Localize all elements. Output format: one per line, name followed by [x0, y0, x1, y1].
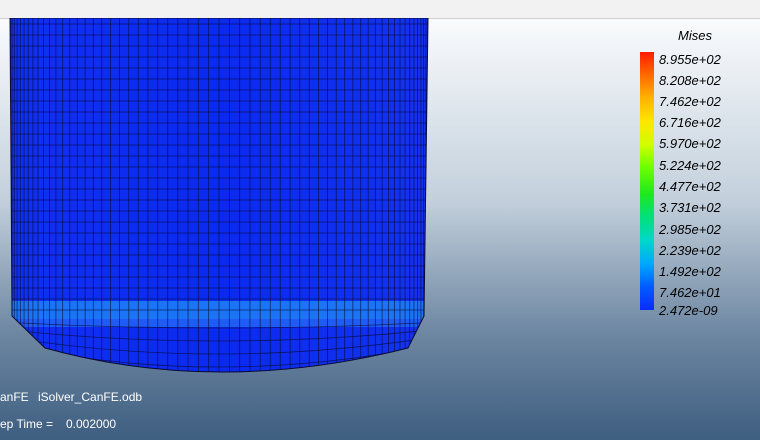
window-top-bar [0, 0, 760, 19]
legend-colorbar [640, 52, 654, 310]
legend-label: 7.462e+01 [659, 285, 721, 300]
legend-label: 8.208e+02 [659, 73, 721, 88]
legend-label: 5.970e+02 [659, 136, 721, 151]
odb-file-text: iSolver_CanFE.odb [38, 390, 143, 404]
legend-label: 2.985e+02 [659, 222, 721, 237]
step-time-label: ep Time = [0, 417, 54, 431]
legend-label: 7.462e+02 [659, 94, 721, 109]
legend-label: 3.731e+02 [659, 200, 721, 215]
legend-label: 8.955e+02 [659, 52, 721, 67]
stress-band-lower [10, 319, 428, 327]
can-wall [10, 18, 428, 372]
model-name-text: anFE [0, 390, 29, 404]
color-legend: Mises 8.955e+02 8.208e+02 7.462e+02 6.71… [640, 28, 760, 328]
legend-label: 2.472e-09 [659, 303, 718, 318]
step-time-value: 0.002000 [66, 417, 117, 431]
legend-label: 2.239e+02 [659, 243, 721, 258]
legend-title: Mises [678, 28, 712, 43]
legend-label: 6.716e+02 [659, 115, 721, 130]
legend-label: 5.224e+02 [659, 158, 721, 173]
legend-label: 4.477e+02 [659, 179, 721, 194]
legend-label: 1.492e+02 [659, 264, 721, 279]
